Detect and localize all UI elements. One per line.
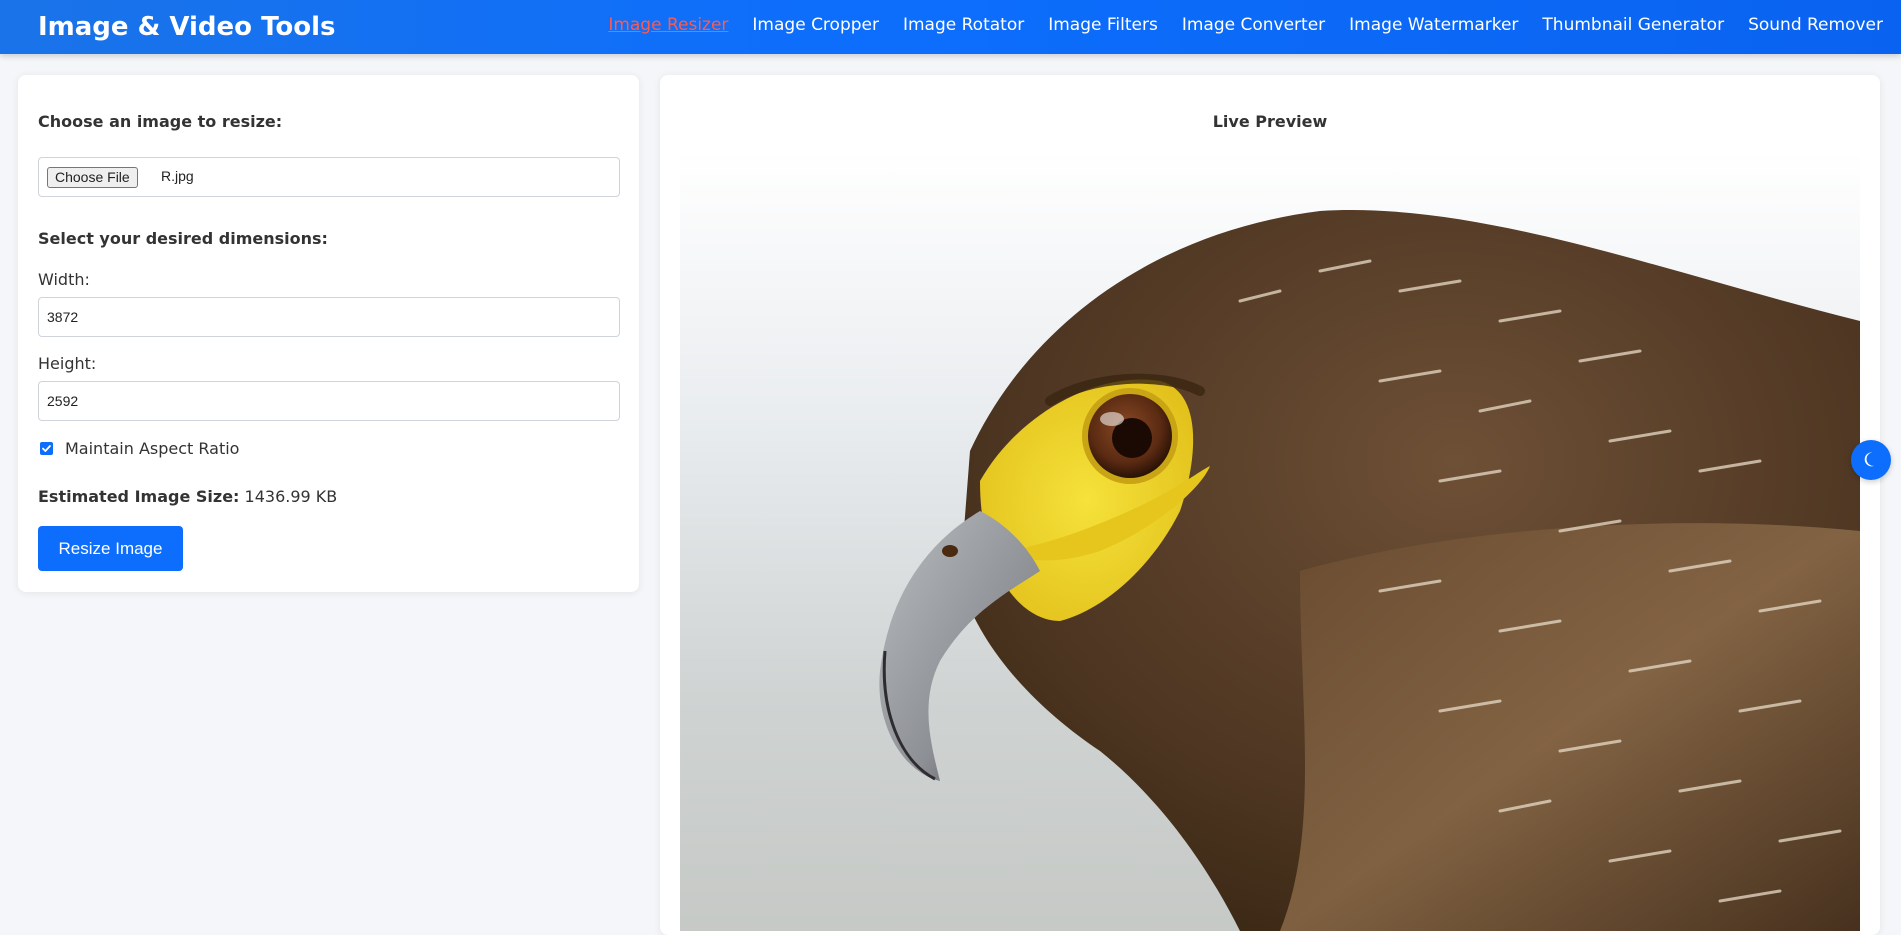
width-label: Width:	[38, 270, 90, 289]
nav-image-converter[interactable]: Image Converter	[1182, 15, 1325, 35]
resize-form-card: Choose an image to resize: Choose File R…	[18, 75, 639, 592]
preview-image	[680, 151, 1860, 931]
nav-sound-remover[interactable]: Sound Remover	[1748, 15, 1883, 35]
estimated-size-label: Estimated Image Size:	[38, 487, 240, 506]
nav-thumbnail-generator[interactable]: Thumbnail Generator	[1542, 15, 1724, 35]
nav-image-filters[interactable]: Image Filters	[1048, 15, 1158, 35]
preview-card: Live Preview	[660, 75, 1880, 935]
brand-logo[interactable]: Image & Video Tools	[38, 12, 335, 42]
nav-image-cropper[interactable]: Image Cropper	[752, 15, 879, 35]
preview-title: Live Preview	[1212, 112, 1328, 131]
nav-image-resizer[interactable]: Image Resizer	[608, 15, 728, 35]
height-input[interactable]	[38, 381, 620, 421]
main-nav: Image Resizer Image Cropper Image Rotato…	[608, 15, 1883, 35]
height-label: Height:	[38, 354, 97, 373]
nav-image-rotator[interactable]: Image Rotator	[903, 15, 1024, 35]
dimensions-label: Select your desired dimensions:	[38, 229, 328, 248]
aspect-ratio-label[interactable]: Maintain Aspect Ratio	[65, 439, 239, 458]
nav-image-watermarker[interactable]: Image Watermarker	[1349, 15, 1518, 35]
estimated-size-value: 1436.99 KB	[244, 487, 338, 506]
resize-image-button[interactable]: Resize Image	[38, 526, 183, 571]
selected-file-name: R.jpg	[161, 168, 194, 184]
file-input[interactable]: Choose File R.jpg	[38, 157, 620, 197]
top-navbar: Image & Video Tools Image Resizer Image …	[0, 0, 1901, 54]
eagle-image	[680, 151, 1860, 931]
theme-toggle-button[interactable]	[1851, 440, 1891, 480]
checkmark-icon	[42, 445, 51, 452]
moon-icon	[1864, 452, 1875, 467]
aspect-ratio-row: Maintain Aspect Ratio	[40, 439, 239, 458]
choose-image-label: Choose an image to resize:	[38, 112, 283, 131]
width-input[interactable]	[38, 297, 620, 337]
estimated-size-row: Estimated Image Size: 1436.99 KB	[38, 487, 337, 506]
aspect-ratio-checkbox[interactable]	[40, 442, 53, 455]
choose-file-button[interactable]: Choose File	[47, 167, 138, 188]
